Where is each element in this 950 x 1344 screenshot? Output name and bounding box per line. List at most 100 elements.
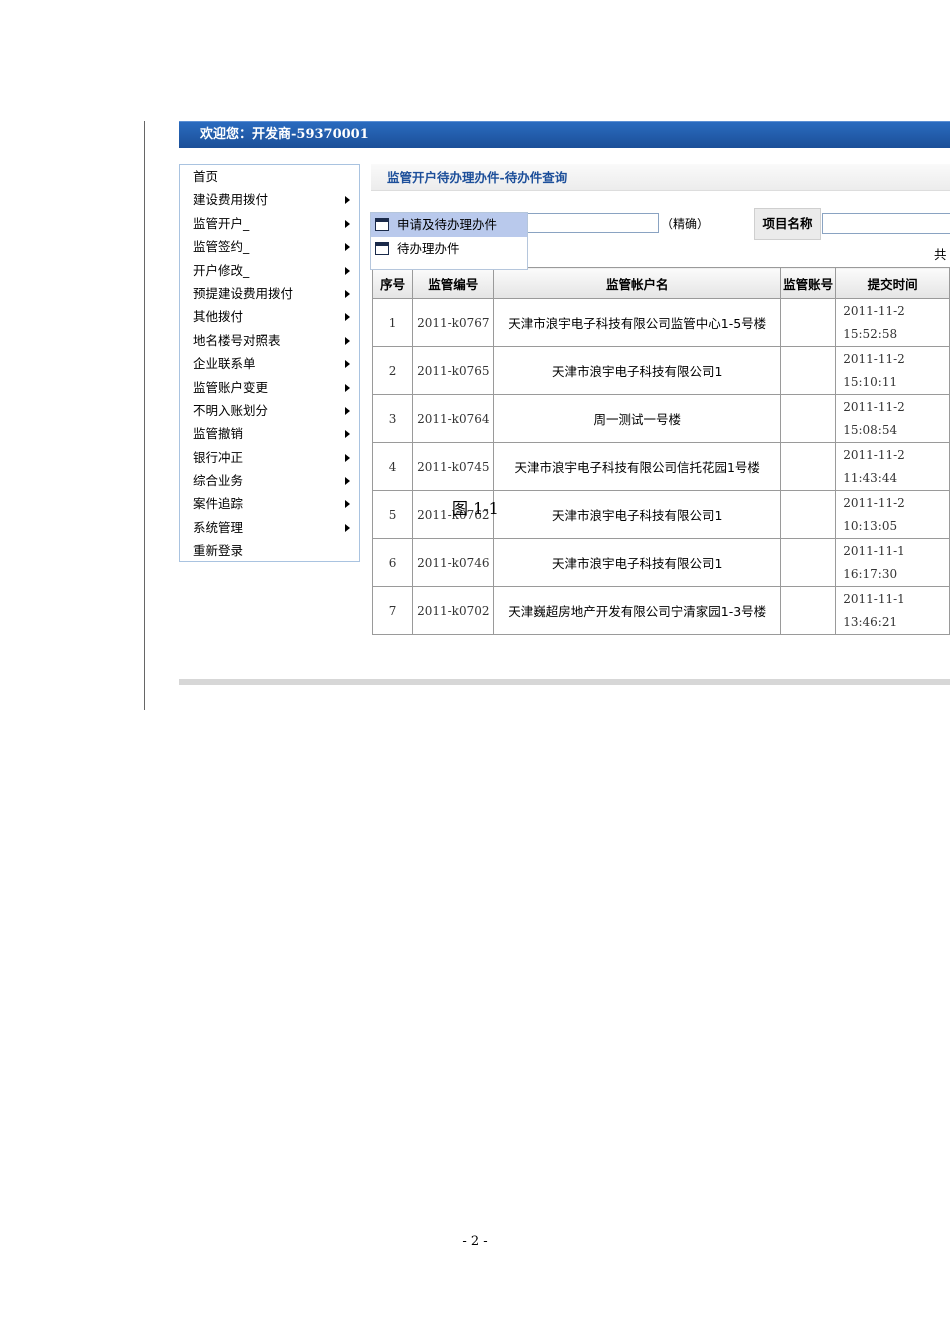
sidebar-item[interactable]: 地名楼号对照表 <box>180 329 359 352</box>
cell-code: 2011-k0764 <box>412 394 495 443</box>
dropdown-item[interactable]: 申请及待办理办件 <box>371 213 527 237</box>
welcome-text: 欢迎您：开发商-59370001 <box>200 127 369 142</box>
sidebar-item-label: 预提建设费用拨付 <box>193 285 294 301</box>
sidebar-item-label: 综合业务 <box>193 473 244 489</box>
submit-clock-time: 10:13:05 <box>843 518 898 533</box>
table-row[interactable]: 3 2011-k0764 周一测试一号楼 2011-11-2 15:08:54 <box>371 394 950 443</box>
figure-caption: 图 1-1 <box>452 499 499 518</box>
sidebar-item-label: 首页 <box>193 169 219 184</box>
cell-submit-time: 2011-11-1 13:46:21 <box>835 586 950 635</box>
sidebar-item[interactable]: 重新登录 <box>180 539 359 562</box>
sidebar-item-label: 重新登录 <box>193 543 244 559</box>
sidebar-item-label: 监管开户_ <box>193 215 250 231</box>
window-icon <box>375 242 389 255</box>
submit-clock-time: 15:08:54 <box>843 422 898 437</box>
submit-clock-time: 16:17:30 <box>843 566 898 581</box>
sidebar-item[interactable]: 系统管理 <box>180 516 359 539</box>
sidebar-item[interactable]: 企业联系单 <box>180 352 359 375</box>
table-row[interactable]: 1 2011-k0767 天津市浪宇电子科技有限公司监管中心1-5号楼 2011-11… <box>371 298 950 347</box>
submit-clock-time: 13:46:21 <box>843 614 898 629</box>
cell-seq: 3 <box>371 394 414 443</box>
cell-submit-time: 2011-11-2 15:10:11 <box>835 346 950 395</box>
sidebar-item-label: 银行冲正 <box>193 449 244 465</box>
submenu-arrow-icon <box>345 523 350 532</box>
sidebar-item-label: 系统管理 <box>193 519 244 535</box>
sidebar-item-label: 不明入账划分 <box>193 402 269 418</box>
table-row[interactable]: 2 2011-k0765 天津市浪宇电子科技有限公司1 2011-11-2 15:10:… <box>371 346 950 395</box>
submit-clock-time: 15:52:58 <box>843 326 898 341</box>
submenu-arrow-icon <box>345 289 350 298</box>
submenu-dropdown: 申请及待办理办件 待办理办件 <box>370 212 528 270</box>
cell-account-number <box>780 586 837 635</box>
cell-submit-time: 2011-11-2 15:08:54 <box>835 394 950 443</box>
cell-seq: 4 <box>371 442 414 491</box>
sidebar-item[interactable]: 开户修改_ <box>180 259 359 282</box>
dropdown-item[interactable]: 待办理办件 <box>371 237 527 261</box>
submenu-arrow-icon <box>345 360 350 369</box>
sidebar-item[interactable]: 监管撤销 <box>180 422 359 445</box>
sidebar-item-label: 地名楼号对照表 <box>193 332 281 348</box>
submenu-arrow-icon <box>345 383 350 392</box>
header-account-number[interactable]: 监管账号 <box>780 267 837 299</box>
table-row[interactable]: 7 2011-k0702 天津巍超房地产开发有限公司宁清家园1-3号楼 2011-11… <box>371 586 950 635</box>
submit-date: 2011-11-1 <box>843 543 905 558</box>
submit-date: 2011-11-1 <box>843 591 905 606</box>
sidebar-item[interactable]: 建设费用拨付 <box>180 188 359 211</box>
sidebar-item[interactable]: 预提建设费用拨付 <box>180 282 359 305</box>
page-title: 监管开户待办理办件-待办件查询 <box>371 164 950 191</box>
cell-account-number <box>780 394 837 443</box>
cell-submit-time: 2011-11-2 15:52:58 <box>835 298 950 347</box>
table-row[interactable]: 4 2011-k0745 天津市浪宇电子科技有限公司信托花园1号楼 2011-11-2… <box>371 442 950 491</box>
header-code[interactable]: 监管编号 <box>412 267 495 299</box>
cell-code: 2011-k0746 <box>412 538 495 587</box>
bottom-divider <box>179 679 950 685</box>
project-name-input[interactable] <box>822 213 950 234</box>
cell-account-number <box>780 298 837 347</box>
cell-account-name: 天津市浪宇电子科技有限公司监管中心1-5号楼 <box>493 298 782 347</box>
submenu-arrow-icon <box>345 219 350 228</box>
cell-code: 2011-k0745 <box>412 442 495 491</box>
dropdown-item-label: 申请及待办理办件 <box>397 217 498 232</box>
sidebar-item[interactable]: 监管开户_ <box>180 212 359 235</box>
page-number: - 2 - <box>462 1234 488 1249</box>
pending-cases-table: 序号 监管编号 监管帐户名 监管账号 提交时间 1 2011-k0767 天津市浪宇… <box>371 267 950 635</box>
cell-submit-time: 2011-11-1 16:17:30 <box>835 538 950 587</box>
sidebar-item[interactable]: 首页 <box>180 165 359 188</box>
cell-account-number <box>780 538 837 587</box>
cell-account-name: 周一测试一号楼 <box>493 394 782 443</box>
sidebar-item[interactable]: 监管账户变更 <box>180 376 359 399</box>
sidebar-item[interactable]: 银行冲正 <box>180 446 359 469</box>
header-account-name[interactable]: 监管帐户名 <box>493 267 782 299</box>
cell-seq: 1 <box>371 298 414 347</box>
sidebar-item-label: 企业联系单 <box>193 356 256 372</box>
header-submit-time[interactable]: 提交时间 <box>835 267 950 299</box>
sidebar-item[interactable]: 综合业务 <box>180 469 359 492</box>
cell-account-name: 天津巍超房地产开发有限公司宁清家园1-3号楼 <box>493 586 782 635</box>
submenu-arrow-icon <box>345 406 350 415</box>
header-seq[interactable]: 序号 <box>371 267 414 299</box>
table-row[interactable]: 6 2011-k0746 天津市浪宇电子科技有限公司1 2011-11-1 16:17:… <box>371 538 950 587</box>
sidebar-item[interactable]: 案件追踪 <box>180 492 359 515</box>
cell-seq: 6 <box>371 538 414 587</box>
sidebar-item-label: 开户修改_ <box>193 262 250 278</box>
sidebar-item[interactable]: 监管签约_ <box>180 235 359 258</box>
project-name-label: 项目名称 <box>754 208 821 240</box>
submenu-arrow-icon <box>345 500 350 509</box>
cell-submit-time: 2011-11-2 11:43:44 <box>835 442 950 491</box>
sidebar-item[interactable]: 其他拨付 <box>180 305 359 328</box>
left-margin-rule <box>144 121 145 710</box>
submenu-arrow-icon <box>345 336 350 345</box>
dropdown-item-label: 待办理办件 <box>397 241 460 256</box>
sidebar-item[interactable]: 不明入账划分 <box>180 399 359 422</box>
submit-date: 2011-11-2 <box>843 495 905 510</box>
cell-account-name: 天津市浪宇电子科技有限公司1 <box>493 538 782 587</box>
welcome-header: 欢迎您：开发商-59370001 <box>179 121 950 148</box>
submit-date: 2011-11-2 <box>843 399 905 414</box>
cell-account-number <box>780 346 837 395</box>
cell-account-name: 天津市浪宇电子科技有限公司1 <box>493 346 782 395</box>
cell-code: 2011-k0765 <box>412 346 495 395</box>
search-code-input[interactable] <box>525 213 659 233</box>
cell-seq: 2 <box>371 346 414 395</box>
cell-code: 2011-k0702 <box>412 586 495 635</box>
sidebar-item-label: 监管撤销 <box>193 426 244 442</box>
